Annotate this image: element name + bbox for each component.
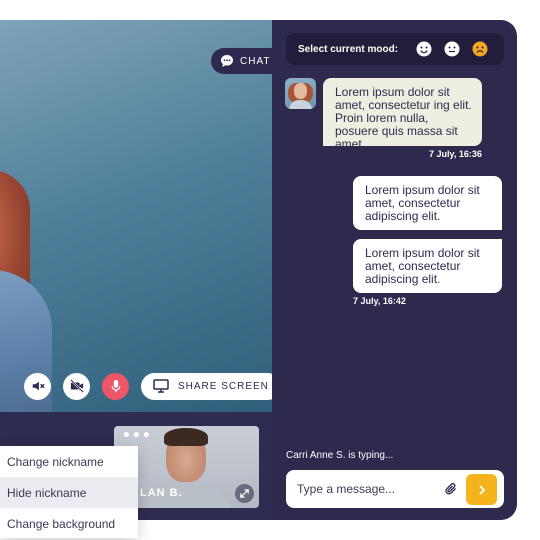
monitor-icon [153, 379, 169, 393]
message-timestamp: 7 July, 16:42 [353, 296, 406, 306]
outgoing-message: Lorem ipsum dolor sit amet, consectetur … [353, 176, 502, 230]
avatar-body [289, 100, 312, 109]
neutral-face-icon[interactable] [444, 41, 460, 57]
thumbnail-person-hair [164, 428, 208, 446]
expand-button[interactable] [235, 484, 254, 503]
menu-item-change-background[interactable]: Change background [0, 508, 138, 539]
menu-item-change-nickname[interactable]: Change nickname [0, 446, 138, 477]
chat-tab-label: CHAT [240, 55, 271, 67]
share-screen-button[interactable]: SHARE SCREEN [141, 372, 281, 400]
message-composer [286, 470, 504, 508]
mute-speaker-button[interactable] [24, 372, 51, 400]
main-video [0, 20, 272, 412]
expand-icon [240, 489, 249, 498]
more-dots-icon[interactable]: ••• [122, 428, 152, 444]
avatar-face [294, 83, 307, 99]
incoming-message: Lorem ipsum dolor sit amet, consectetur … [323, 78, 482, 151]
call-controls: SHARE SCREEN [24, 372, 281, 400]
mood-selector: Select current mood: [286, 33, 504, 65]
microphone-button[interactable] [102, 372, 129, 400]
outgoing-message: Lorem ipsum dolor sit amet, consectetur … [353, 239, 502, 293]
camera-off-icon [69, 379, 84, 393]
nickname-context-menu: Change nickname Hide nickname Change bac… [0, 446, 138, 538]
chat-bubble-icon [221, 55, 233, 67]
send-button[interactable] [466, 474, 497, 505]
mood-label: Select current mood: [298, 43, 399, 55]
message-timestamp: 7 July, 16:36 [429, 149, 482, 159]
participant-name: LAN B. [140, 487, 183, 499]
share-screen-label: SHARE SCREEN [178, 380, 269, 392]
chat-tab[interactable]: CHAT [211, 48, 272, 74]
menu-item-hide-nickname[interactable]: Hide nickname [0, 477, 138, 508]
paperclip-icon[interactable] [444, 482, 458, 496]
speaker-mute-icon [32, 381, 45, 391]
typing-indicator: Carri Anne S. is typing... [286, 450, 394, 461]
camera-off-button[interactable] [63, 372, 90, 400]
message-input[interactable] [297, 480, 437, 498]
sad-face-icon[interactable] [472, 41, 488, 57]
chevron-right-icon [478, 484, 485, 495]
avatar [285, 78, 316, 109]
microphone-icon [110, 379, 121, 393]
smile-face-icon[interactable] [416, 41, 432, 57]
